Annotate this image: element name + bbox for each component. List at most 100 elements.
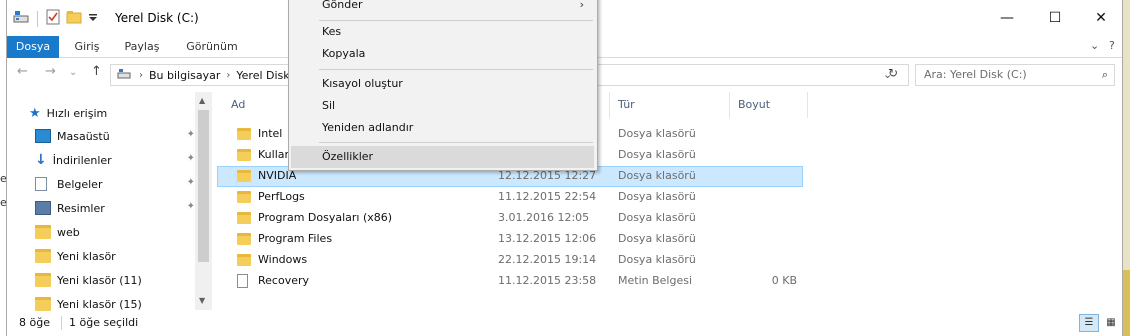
menu-separator <box>319 142 593 143</box>
file-row-program-files[interactable]: Program Files 13.12.2015 12:06 Dosya kla… <box>217 229 803 250</box>
folder-icon <box>237 170 251 182</box>
menu-item-cut[interactable]: Kes <box>291 21 594 43</box>
sidebar-item-label: web <box>57 225 80 239</box>
folder-icon <box>35 225 51 239</box>
context-menu: Gönder › Kes Kopyala Kısayol oluştur Sil… <box>288 0 598 171</box>
menu-item-delete[interactable]: Sil <box>291 95 594 117</box>
minimize-button[interactable]: — <box>984 0 1030 36</box>
large-icons-view-button[interactable]: ▦ <box>1101 314 1121 332</box>
file-type: Dosya klasörü <box>618 253 696 266</box>
recent-locations-button[interactable]: ⌄ <box>69 67 77 78</box>
search-input[interactable]: Ara: Yerel Disk (C:) ⌕ <box>915 64 1115 86</box>
menu-item-properties[interactable]: Özellikler <box>291 146 594 168</box>
breadcrumb-this-pc[interactable]: Bu bilgisayar <box>149 69 220 82</box>
file-date: 11.12.2015 23:58 <box>498 274 597 287</box>
breadcrumb-separator[interactable]: › <box>139 70 143 81</box>
file-type: Dosya klasörü <box>618 127 696 140</box>
scroll-down-arrow[interactable]: ▼ <box>199 296 205 305</box>
tab-view[interactable]: Görünüm <box>177 36 247 58</box>
sidebar-item-web[interactable]: web <box>35 221 201 243</box>
scroll-up-arrow[interactable]: ▲ <box>199 96 205 105</box>
collapse-ribbon-button[interactable]: ⌄ <box>1090 39 1099 52</box>
menu-item-send-to[interactable]: Gönder › <box>291 0 594 16</box>
column-divider[interactable] <box>609 92 610 118</box>
file-type: Metin Belgesi <box>618 274 693 287</box>
breadcrumb-local-disk[interactable]: Yerel Disk <box>236 69 289 82</box>
tab-share[interactable]: Paylaş <box>115 36 169 58</box>
file-row-windows[interactable]: Windows 22.12.2015 19:14 Dosya klasörü <box>217 250 803 271</box>
refresh-button[interactable]: ↻ <box>888 66 898 80</box>
column-header-name[interactable]: Ad <box>231 92 245 118</box>
folder-icon <box>35 297 51 311</box>
menu-item-label: Kısayol oluştur <box>322 77 403 90</box>
properties-icon[interactable] <box>46 9 60 28</box>
drive-icon <box>117 68 131 83</box>
sidebar-item-label: Yeni klasör (11) <box>57 273 142 287</box>
menu-separator <box>319 69 593 70</box>
breadcrumb-separator[interactable]: › <box>226 70 230 81</box>
sidebar-item-desktop[interactable]: Masaüstü ✦ <box>35 125 201 147</box>
tab-home[interactable]: Giriş <box>65 36 109 58</box>
menu-item-label: Gönder <box>322 0 363 11</box>
column-divider[interactable] <box>729 92 730 118</box>
window-title: Yerel Disk (C:) <box>115 11 199 25</box>
pin-icon[interactable]: ✦ <box>187 129 195 140</box>
file-type: Dosya klasörü <box>618 190 696 203</box>
file-row-program-files-x86[interactable]: Program Dosyaları (x86) 3.01.2016 12:05 … <box>217 208 803 229</box>
pin-icon[interactable]: ✦ <box>187 201 195 212</box>
forward-button[interactable]: → <box>45 64 56 79</box>
help-button[interactable]: ? <box>1109 39 1115 52</box>
file-name: Windows <box>258 253 308 266</box>
up-button[interactable]: ↑ <box>91 64 102 79</box>
folder-icon <box>35 273 51 287</box>
tab-file[interactable]: Dosya <box>7 36 59 58</box>
sidebar-item-new-folder-11[interactable]: Yeni klasör (11) <box>35 269 201 291</box>
sidebar-scrollbar[interactable]: ▲ ▼ <box>195 92 212 310</box>
download-icon: ↓ <box>35 152 47 168</box>
menu-item-rename[interactable]: Yeniden adlandır <box>291 117 594 139</box>
file-type: Dosya klasörü <box>618 232 696 245</box>
maximize-button[interactable]: ☐ <box>1032 0 1078 36</box>
new-folder-icon[interactable] <box>66 10 82 27</box>
file-name: Intel <box>258 127 283 140</box>
sidebar-item-downloads[interactable]: ↓ İndirilenler ✦ <box>35 149 201 171</box>
sidebar-item-quick-access[interactable]: ★ Hızlı erişim <box>29 102 195 124</box>
folder-icon <box>237 233 251 245</box>
sidebar-item-label: Hızlı erişim <box>46 106 108 120</box>
back-button[interactable]: ← <box>17 64 28 79</box>
desktop-wallpaper-strip <box>1122 270 1130 336</box>
pin-icon[interactable]: ✦ <box>187 153 195 164</box>
drive-icon <box>13 10 29 27</box>
column-divider[interactable] <box>807 92 808 118</box>
file-type: Dosya klasörü <box>618 211 696 224</box>
sidebar-item-pictures[interactable]: Resimler ✦ <box>35 197 201 219</box>
documents-icon <box>35 177 47 191</box>
column-header-size[interactable]: Boyut <box>738 92 770 118</box>
sidebar-item-label: İndirilenler <box>52 153 112 167</box>
close-button[interactable]: ✕ <box>1078 0 1124 36</box>
desktop-icon <box>35 129 51 143</box>
item-count: 8 öğe <box>19 316 50 329</box>
file-date: 22.12.2015 19:14 <box>498 253 597 266</box>
toolbar-divider <box>37 10 38 27</box>
scrollbar-thumb[interactable] <box>198 110 209 262</box>
file-row-recovery[interactable]: Recovery 11.12.2015 23:58 Metin Belgesi … <box>217 271 803 292</box>
pin-icon[interactable]: ✦ <box>187 177 195 188</box>
file-name: Program Files <box>258 232 333 245</box>
search-placeholder: Ara: Yerel Disk (C:) <box>924 68 1027 81</box>
folder-icon <box>237 128 251 140</box>
folder-icon <box>237 191 251 203</box>
file-name: Recovery <box>258 274 310 287</box>
menu-item-label: Kes <box>322 25 342 38</box>
sidebar-item-label: Masaüstü <box>57 129 110 143</box>
file-name: Program Dosyaları (x86) <box>258 211 393 224</box>
details-view-button[interactable]: ☰ <box>1079 314 1099 332</box>
file-row-perflogs[interactable]: PerfLogs 11.12.2015 22:54 Dosya klasörü <box>217 187 803 208</box>
column-header-type[interactable]: Tür <box>618 92 635 118</box>
menu-item-copy[interactable]: Kopyala <box>291 43 594 65</box>
menu-item-create-shortcut[interactable]: Kısayol oluştur <box>291 73 594 95</box>
sidebar-item-documents[interactable]: Belgeler ✦ <box>35 173 201 195</box>
sidebar-item-new-folder[interactable]: Yeni klasör <box>35 245 201 267</box>
folder-icon <box>35 249 51 263</box>
customize-toolbar-icon[interactable] <box>88 12 98 26</box>
